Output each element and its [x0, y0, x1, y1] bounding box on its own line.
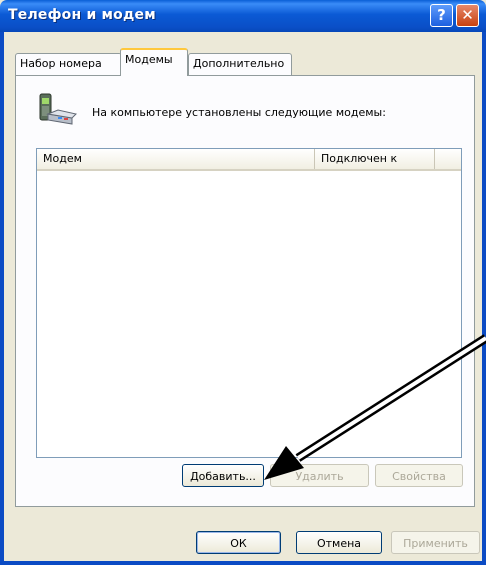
apply-button[interactable]: Применить — [391, 531, 480, 554]
ok-button[interactable]: ОК — [196, 531, 281, 554]
dialog-window: Телефон и модем ? ✕ Набор номера Модемы … — [0, 0, 486, 565]
help-button[interactable]: ? — [430, 4, 453, 27]
window-title: Телефон и модем — [8, 7, 156, 23]
close-icon: ✕ — [461, 6, 474, 24]
cancel-button[interactable]: Отмена — [296, 531, 382, 554]
remove-button[interactable]: Удалить — [270, 464, 369, 487]
add-button[interactable]: Добавить... — [182, 464, 264, 487]
phone-modem-icon — [39, 93, 77, 125]
window-border-right — [482, 32, 486, 565]
close-button[interactable]: ✕ — [456, 4, 479, 27]
tab-advanced[interactable]: Дополнительно — [188, 53, 292, 75]
window-border-bottom — [0, 561, 486, 565]
list-header: Модем Подключен к — [37, 149, 461, 171]
tab-panel-modems: На компьютере установлены следующие моде… — [15, 75, 475, 507]
modems-list[interactable]: Модем Подключен к — [36, 148, 462, 458]
tab-dialing-rules[interactable]: Набор номера — [15, 53, 122, 75]
tab-modems[interactable]: Модемы — [120, 48, 188, 76]
title-bar[interactable]: Телефон и модем ? ✕ — [0, 0, 486, 32]
properties-button[interactable]: Свойства — [375, 464, 463, 487]
column-header-modem[interactable]: Модем — [37, 149, 315, 169]
modems-header-text: На компьютере установлены следующие моде… — [92, 106, 386, 119]
help-icon: ? — [437, 6, 446, 24]
window-border-left — [0, 32, 4, 565]
column-header-attached-to[interactable]: Подключен к — [315, 149, 435, 169]
